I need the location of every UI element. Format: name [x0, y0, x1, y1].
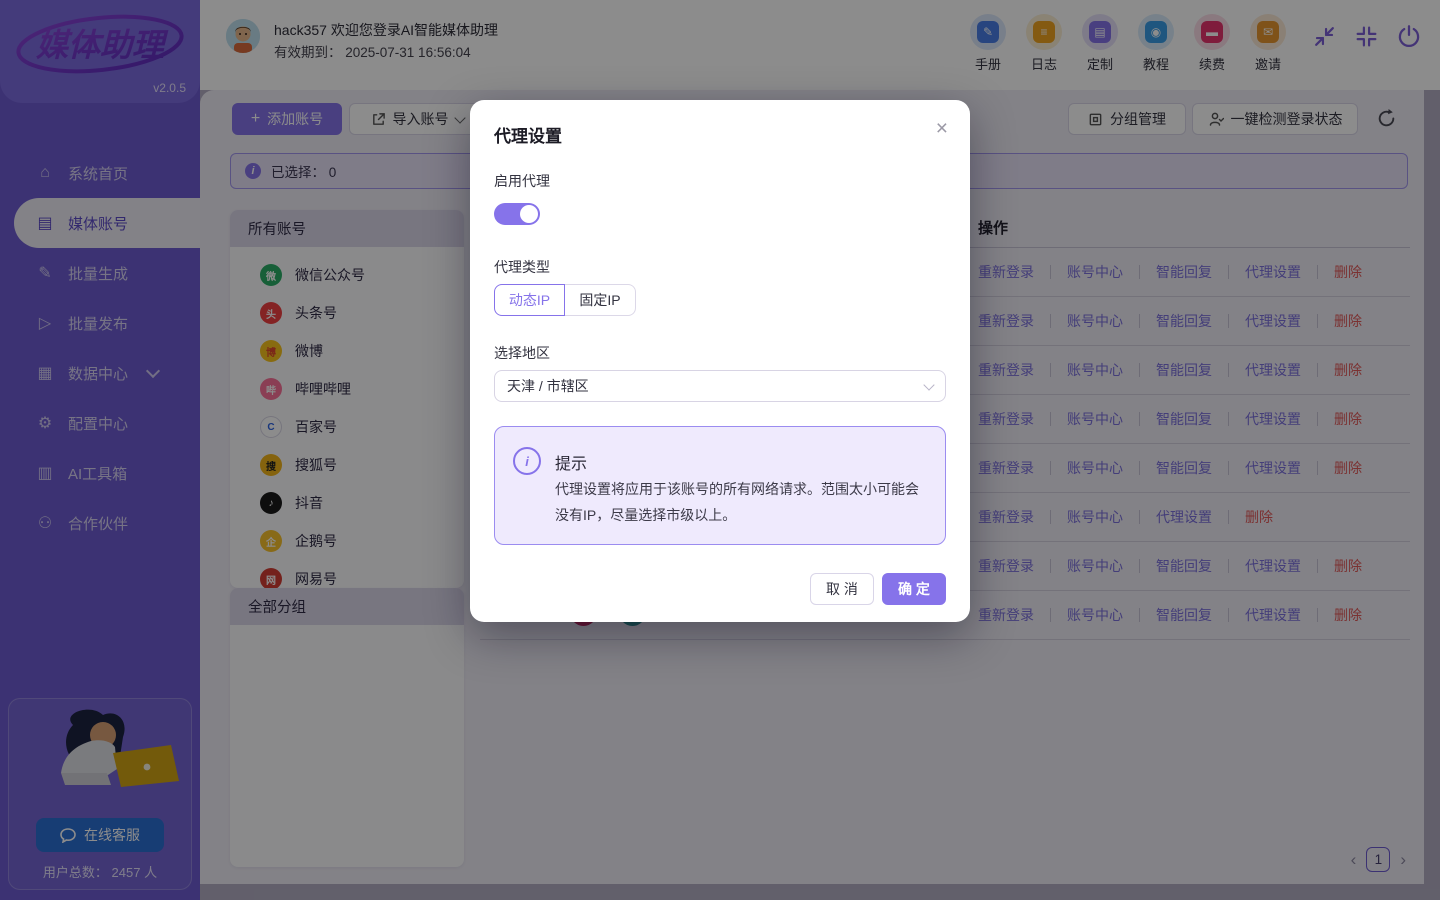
tip-box: i 提示 代理设置将应用于该账号的所有网络请求。范围太小可能会没有IP，尽量选择…: [494, 426, 946, 545]
tip-info-icon: i: [513, 447, 541, 475]
proxy-type-option-动态IP[interactable]: 动态IP: [494, 284, 565, 316]
region-label: 选择地区: [494, 345, 550, 361]
region-select-value: 天津 / 市辖区: [507, 378, 589, 394]
close-icon[interactable]: ×: [932, 114, 952, 143]
enable-proxy-label: 启用代理: [494, 173, 550, 189]
proxy-type-option-固定IP[interactable]: 固定IP: [565, 284, 636, 316]
tip-title: 提示: [555, 456, 588, 473]
chevron-down-icon: [923, 378, 935, 391]
proxy-type-label: 代理类型: [494, 259, 550, 275]
app-window: 媒体助理 v2.0.5 ⌂ 系统首页 ▤ 媒体账号 ✎ 批量生成 ▷ 批量发布 ▦ 数据中心 ⚙ 配置…: [0, 0, 1440, 900]
proxy-settings-modal: 代理设置 × 启用代理 代理类型 动态IP 固定IP 选择地区 天津 / 市辖区 …: [470, 100, 970, 622]
enable-proxy-toggle[interactable]: [494, 203, 540, 225]
toggle-knob: [520, 205, 538, 223]
region-select[interactable]: 天津 / 市辖区: [494, 370, 946, 402]
tip-body: 代理设置将应用于该账号的所有网络请求。范围太小可能会没有IP，尽量选择市级以上。: [555, 481, 919, 523]
proxy-type-segment: 动态IP 固定IP: [494, 284, 636, 316]
modal-title: 代理设置: [494, 127, 562, 146]
confirm-button[interactable]: 确 定: [882, 573, 946, 605]
cancel-button[interactable]: 取 消: [810, 573, 874, 605]
